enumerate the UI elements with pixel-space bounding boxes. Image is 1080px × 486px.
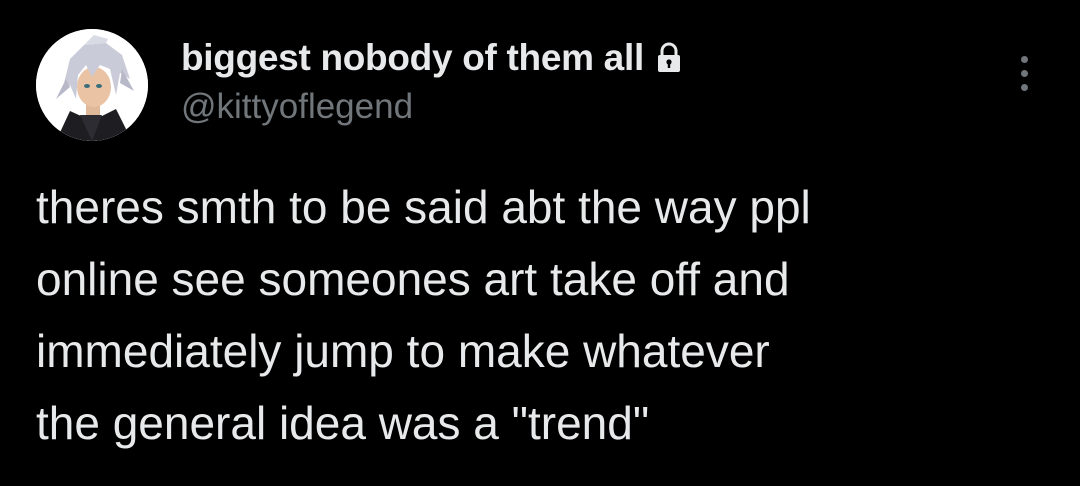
lock-icon xyxy=(656,42,682,74)
tweet-text-line: theres smth to be said abt the way ppl xyxy=(36,181,811,233)
author-handle[interactable]: @kittyoflegend xyxy=(181,87,413,127)
more-dot xyxy=(1020,83,1028,91)
tweet-card: biggest nobody of them all @kittyoflegen… xyxy=(0,0,1080,486)
avatar[interactable] xyxy=(36,29,148,141)
tweet-text: theres smth to be said abt the way ppl o… xyxy=(36,171,1046,459)
tweet-text-line: immediately jump to make whatever xyxy=(36,325,770,377)
more-vertical-icon[interactable] xyxy=(1004,50,1044,96)
more-dot xyxy=(1020,69,1028,77)
avatar-image xyxy=(36,29,148,141)
display-name[interactable]: biggest nobody of them all xyxy=(181,37,644,79)
tweet-text-line: the general idea was a "trend" xyxy=(36,397,650,449)
more-dot xyxy=(1020,55,1028,63)
author-name-row: biggest nobody of them all xyxy=(181,34,682,82)
tweet-text-line: online see someones art take off and xyxy=(36,253,790,305)
